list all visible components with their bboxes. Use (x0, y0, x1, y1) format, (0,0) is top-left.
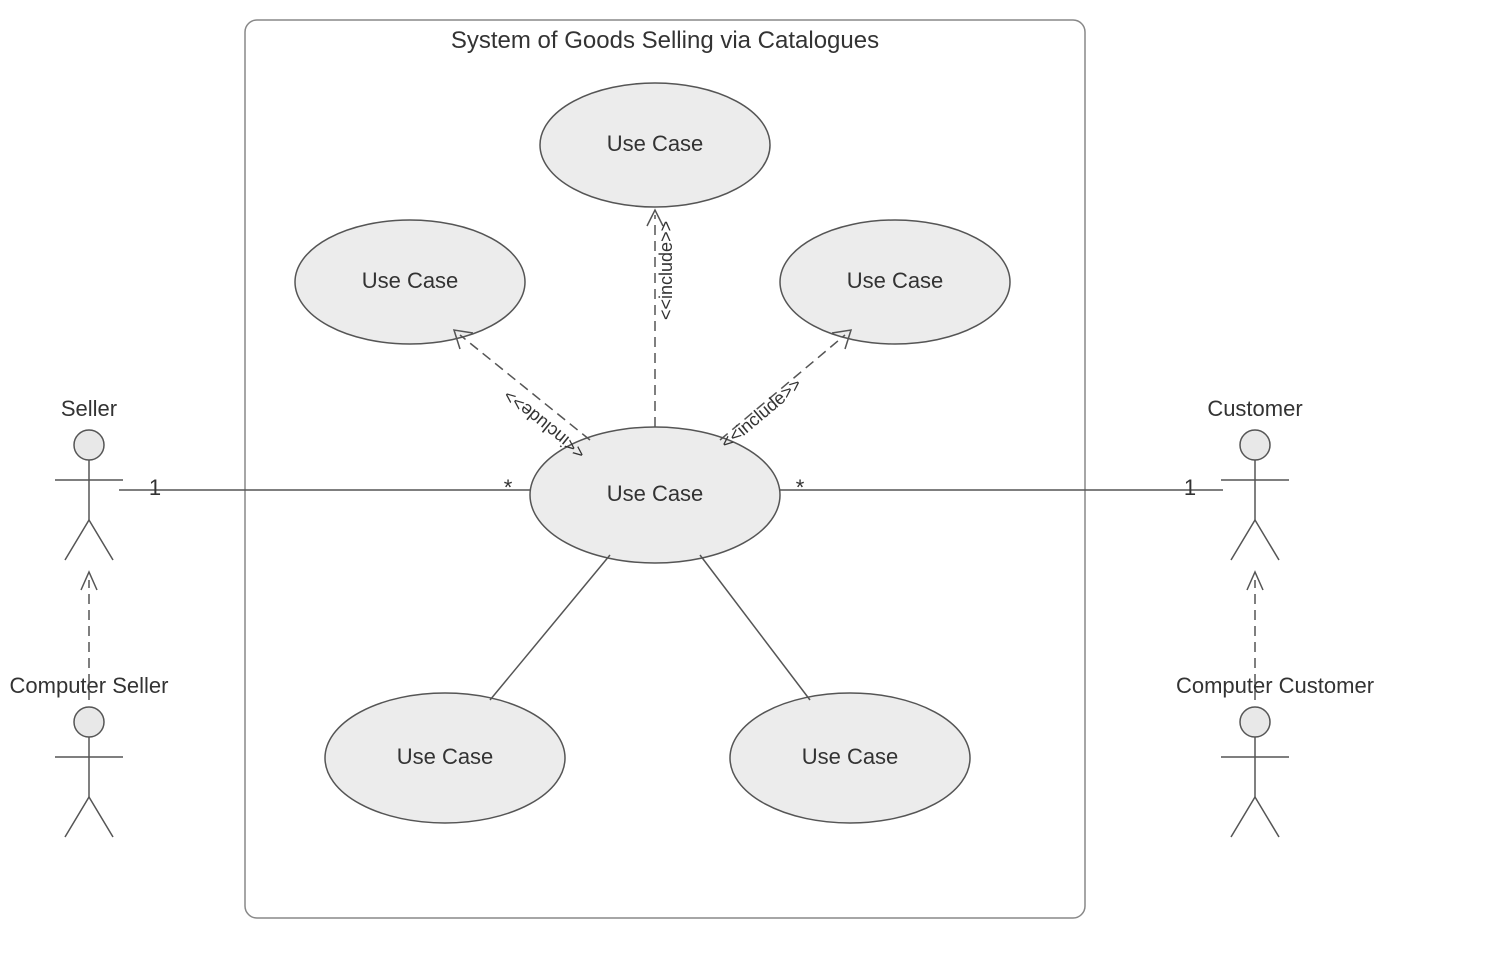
include-center-to-left: <<include>> (454, 330, 590, 464)
actor-computer-customer: Computer Customer (1176, 673, 1374, 837)
assoc-center-bottom-left (490, 555, 610, 700)
svg-text:1: 1 (149, 475, 161, 500)
svg-text:*: * (504, 475, 513, 500)
svg-text:Computer Customer: Computer Customer (1176, 673, 1374, 698)
svg-text:Customer: Customer (1207, 396, 1302, 421)
use-case-diagram: System of Goods Selling via Catalogues U… (0, 0, 1500, 962)
svg-text:<<include>>: <<include>> (499, 386, 589, 464)
usecase-right: Use Case (780, 220, 1010, 344)
svg-text:<<include>>: <<include>> (717, 374, 806, 453)
svg-text:Use Case: Use Case (802, 744, 899, 769)
usecase-bottom-left: Use Case (325, 693, 565, 823)
svg-text:Seller: Seller (61, 396, 117, 421)
svg-text:*: * (796, 475, 805, 500)
assoc-seller-center: 1 * (119, 475, 530, 500)
assoc-center-bottom-right (700, 555, 810, 700)
svg-text:Use Case: Use Case (362, 268, 459, 293)
usecase-bottom-right: Use Case (730, 693, 970, 823)
assoc-customer-center: * 1 (780, 475, 1223, 500)
svg-text:Use Case: Use Case (397, 744, 494, 769)
include-center-to-top: <<include>> (647, 210, 676, 427)
actor-seller: Seller (55, 396, 123, 560)
actor-customer: Customer (1207, 396, 1302, 560)
svg-text:Use Case: Use Case (607, 481, 704, 506)
system-title: System of Goods Selling via Catalogues (451, 27, 879, 54)
svg-text:1: 1 (1184, 475, 1196, 500)
svg-text:Use Case: Use Case (607, 131, 704, 156)
svg-text:Use Case: Use Case (847, 268, 944, 293)
include-center-to-right: <<include>> (717, 330, 851, 453)
svg-text:<<include>>: <<include>> (656, 221, 676, 320)
usecase-left: Use Case (295, 220, 525, 344)
usecase-top: Use Case (540, 83, 770, 207)
